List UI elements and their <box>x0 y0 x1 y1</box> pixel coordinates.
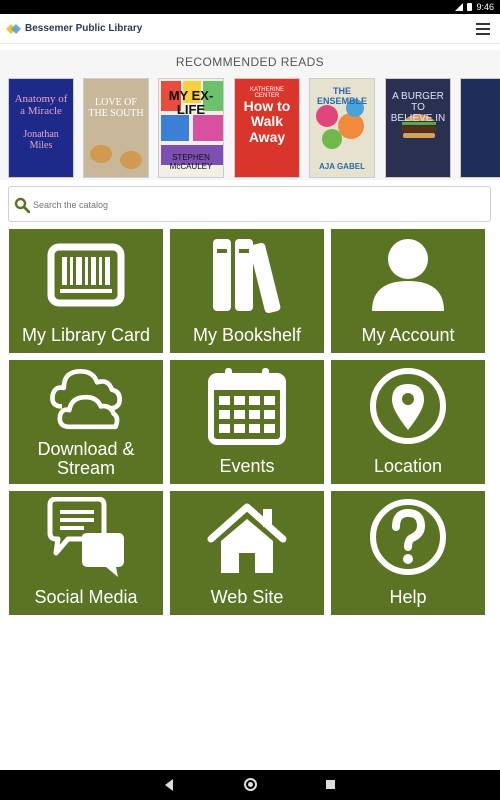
status-bar: 9:46 <box>0 0 500 14</box>
tile-location[interactable]: Location <box>331 360 485 484</box>
location-pin-icon <box>370 368 446 444</box>
book-title: MY EX-LIFE <box>168 88 214 118</box>
app-header: Bessemer Public Library <box>0 14 500 44</box>
home-icon <box>207 503 287 573</box>
calendar-icon <box>208 368 286 445</box>
tile-my-library-card[interactable]: My Library Card <box>9 229 163 353</box>
tile-label: My Account <box>361 325 455 345</box>
book-title: THE ENSEMBLE <box>316 86 367 106</box>
home-button-icon[interactable] <box>244 778 257 791</box>
chat-bubbles-icon <box>47 497 124 577</box>
hamburger-icon <box>476 23 490 25</box>
tile-label: Events <box>219 456 275 476</box>
recommended-section: RECOMMENDED READS Anatomy of a Miracle J… <box>0 50 500 180</box>
tile-my-account[interactable]: My Account <box>331 229 485 353</box>
status-time: 9:46 <box>476 2 494 12</box>
search-input[interactable] <box>33 195 473 215</box>
catalog-search[interactable] <box>8 186 491 222</box>
book-author: Jonathan Miles <box>23 129 59 151</box>
book-author: AJA GABEL <box>319 162 365 171</box>
tile-label: Social Media <box>34 587 138 607</box>
bookshelf-icon <box>213 239 281 314</box>
tile-label: Download & Stream <box>37 439 135 478</box>
tile-label: Web Site <box>210 587 284 607</box>
back-icon[interactable] <box>165 779 173 791</box>
recommended-title: RECOMMENDED READS <box>175 55 325 69</box>
book-title: How to Walk Away <box>243 98 291 145</box>
cloud-icon <box>50 368 122 430</box>
book-title: A BURGER TO BELIEVE IN <box>390 91 446 124</box>
book-title: Anatomy of a Miracle <box>14 93 68 118</box>
book-cover[interactable] <box>460 78 500 178</box>
tile-events[interactable]: Events <box>170 360 324 484</box>
recent-apps-icon[interactable] <box>326 780 335 789</box>
help-icon <box>370 499 446 575</box>
account-icon <box>372 239 444 311</box>
search-icon <box>14 197 30 213</box>
signal-icon <box>455 3 464 11</box>
book-cover[interactable]: MY EX-LIFE STEPHEN McCAULEY <box>158 78 224 178</box>
book-cover[interactable]: KATHERINE CENTER How to Walk Away <box>234 78 300 178</box>
tile-label: Help <box>389 587 427 607</box>
book-cover[interactable]: LOVE OF THE SOUTH <box>83 78 149 178</box>
brand-title: Bessemer Public Library <box>25 23 143 34</box>
library-logo-icon <box>6 24 21 34</box>
tile-label: My Bookshelf <box>192 325 302 345</box>
tile-help[interactable]: Help <box>331 491 485 615</box>
battery-icon <box>467 3 473 11</box>
tile-social-media[interactable]: Social Media <box>9 491 163 615</box>
biscuit-image <box>90 145 112 163</box>
biscuit-image <box>120 151 142 169</box>
tile-label: My Library Card <box>21 325 151 345</box>
book-carousel[interactable]: Anatomy of a Miracle Jonathan Miles LOVE… <box>8 78 500 180</box>
menu-button[interactable] <box>476 23 490 35</box>
system-nav-bar <box>0 770 500 800</box>
book-title: LOVE OF THE SOUTH <box>88 97 144 119</box>
tile-web-site[interactable]: Web Site <box>170 491 324 615</box>
tile-my-bookshelf[interactable]: My Bookshelf <box>170 229 324 353</box>
book-cover[interactable]: A BURGER TO BELIEVE IN <box>385 78 451 178</box>
tile-download-stream[interactable]: Download & Stream <box>9 360 163 484</box>
library-card-icon <box>47 243 125 307</box>
tile-label: Location <box>373 456 443 476</box>
book-author: STEPHEN McCAULEY <box>169 153 213 171</box>
book-cover[interactable]: THE ENSEMBLE AJA GABEL <box>309 78 375 178</box>
book-cover[interactable]: Anatomy of a Miracle Jonathan Miles <box>8 78 74 178</box>
